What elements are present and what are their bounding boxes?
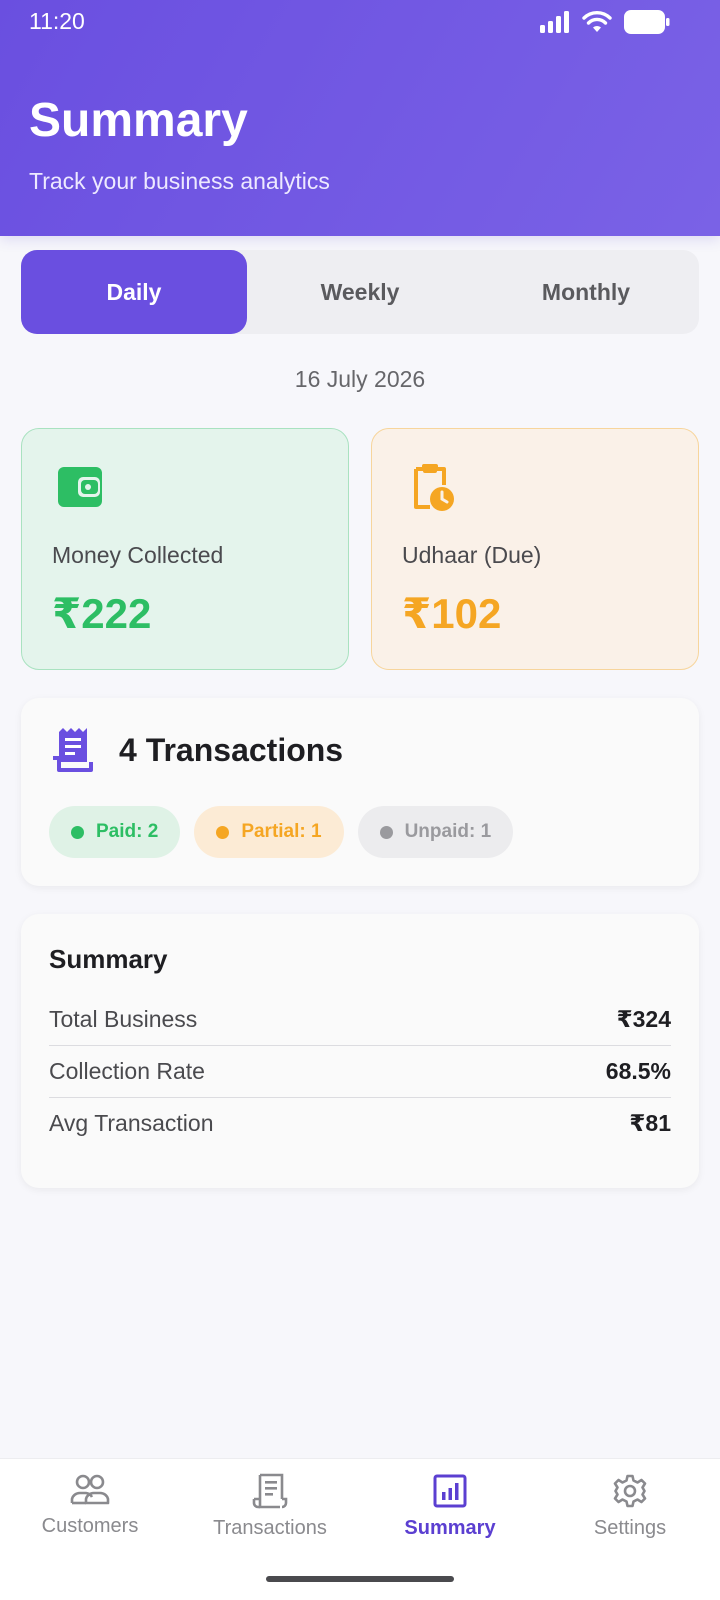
clipboard-clock-icon (414, 464, 454, 511)
nav-transactions[interactable]: Transactions (180, 1473, 360, 1540)
home-indicator[interactable] (266, 1576, 454, 1582)
period-tabs: Daily Weekly Monthly (21, 250, 699, 334)
summary-row-label: Collection Rate (49, 1058, 205, 1084)
summary-row-label: Avg Transaction (49, 1110, 214, 1136)
partial-dot-icon (216, 825, 230, 839)
paid-chip-label: Paid: 2 (96, 821, 159, 842)
unpaid-dot-icon (379, 825, 393, 839)
tab-monthly[interactable]: Monthly (473, 250, 699, 334)
partial-chip-label: Partial: 1 (241, 821, 322, 842)
app-root: 11:20 Summary Track your business analyt… (0, 0, 720, 1600)
summary-card: Summary Total Business ₹324 Collection R… (21, 914, 699, 1188)
status-icons (540, 10, 670, 34)
summary-row-label: Total Business (49, 1005, 198, 1032)
transactions-card[interactable]: 4 Transactions Paid: 2 Partial: 1 Unpaid… (21, 698, 699, 886)
unpaid-chip[interactable]: Unpaid: 1 (357, 806, 514, 858)
nav-label: Customers (41, 1515, 139, 1537)
paid-dot-icon (71, 825, 84, 839)
transactions-count: 4 Transactions (119, 731, 344, 768)
udhaar-due-label: Udhaar (Due) (402, 542, 542, 568)
header: 11:20 Summary Track your business analyt… (0, 0, 720, 236)
udhaar-due-card: Udhaar (Due) ₹102 (371, 428, 699, 670)
nav-label: Settings (593, 1517, 667, 1539)
unpaid-chip-label: Unpaid: 1 (404, 821, 492, 842)
signal-icon (540, 11, 569, 33)
gear-icon (613, 1474, 647, 1508)
summary-row-value: 68.5% (605, 1058, 671, 1084)
tab-daily[interactable]: Daily (21, 250, 247, 334)
status-time: 11:20 (29, 8, 85, 34)
people-icon (70, 1474, 110, 1505)
nav-customers[interactable]: Customers (0, 1473, 180, 1538)
battery-icon (624, 10, 670, 34)
paid-chip[interactable]: Paid: 2 (49, 806, 181, 858)
money-collected-value: ₹222 (52, 590, 152, 637)
summary-row-value: ₹324 (616, 1005, 671, 1032)
money-collected-card: Money Collected ₹222 (21, 428, 349, 670)
page-title: Summary (29, 94, 248, 147)
nav-label: Summary (404, 1517, 496, 1539)
selected-date: 16 July 2026 (294, 366, 426, 392)
summary-row-value: ₹81 (629, 1110, 671, 1136)
summary-row-collection-rate: Collection Rate 68.5% (49, 1045, 671, 1097)
nav-summary[interactable]: Summary (360, 1473, 540, 1540)
wifi-icon (582, 11, 612, 32)
nav-settings[interactable]: Settings (540, 1473, 720, 1540)
wallet-icon (58, 467, 102, 507)
summary-row-total-business: Total Business ₹324 (49, 993, 671, 1045)
tab-weekly[interactable]: Weekly (247, 250, 473, 334)
receipt-icon (252, 1473, 288, 1509)
summary-row-avg-transaction: Avg Transaction ₹81 (49, 1097, 671, 1149)
money-collected-label: Money Collected (52, 542, 224, 568)
nav-label: Transactions (213, 1517, 327, 1539)
receipt-icon (53, 728, 93, 772)
udhaar-due-value: ₹102 (402, 590, 502, 637)
partial-chip[interactable]: Partial: 1 (194, 806, 344, 858)
transactions-header: 4 Transactions (51, 726, 343, 774)
page-subtitle: Track your business analytics (29, 168, 330, 194)
status-bar: 11:20 (0, 0, 720, 44)
bar-chart-icon (433, 1474, 467, 1508)
status-chips: Paid: 2 Partial: 1 Unpaid: 1 (49, 806, 514, 858)
summary-title: Summary (49, 944, 168, 974)
